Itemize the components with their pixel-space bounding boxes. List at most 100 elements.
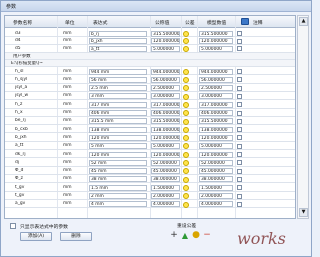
param-nominal-value[interactable]: 315.500000: [151, 118, 180, 125]
param-expression-input[interactable]: 4 mm: [89, 201, 147, 208]
param-model-value[interactable]: 2.000000: [199, 193, 233, 199]
row-checkbox[interactable]: [237, 110, 242, 116]
param-model-value[interactable]: 4.000000: [199, 201, 233, 208]
param-expression-input[interactable]: 45 mm: [89, 168, 147, 175]
param-nominal-value[interactable]: 120.000000: [151, 134, 180, 141]
triangle-tolerance-icon[interactable]: ▲: [180, 231, 190, 241]
tolerance-status-icon[interactable]: [183, 38, 189, 45]
tolerance-status-icon[interactable]: [183, 193, 189, 200]
row-checkbox[interactable]: [237, 77, 242, 83]
param-model-value[interactable]: 317.000000: [199, 101, 233, 108]
row-checkbox[interactable]: [237, 143, 242, 149]
tolerance-status-icon[interactable]: [183, 201, 189, 208]
param-expression-input[interactable]: 120 mm: [89, 134, 147, 141]
param-expression-input[interactable]: 1.5 mm: [89, 184, 147, 191]
param-expression-input[interactable]: 138 mm: [89, 126, 147, 133]
col-expr-header[interactable]: 表达式: [93, 19, 107, 26]
table-row[interactable]: h_z mm 317 mm 317.000000 317.000000: [5, 101, 295, 109]
minus-tolerance-icon[interactable]: −: [202, 231, 212, 241]
row-checkbox[interactable]: [237, 185, 242, 191]
param-nominal-value[interactable]: 3.000000: [151, 93, 180, 100]
row-checkbox[interactable]: [237, 38, 242, 44]
table-row[interactable]: jsyl_w mm 3 mm 3.000000 3.000000: [5, 93, 295, 101]
param-expression-input[interactable]: 38 mm: [89, 176, 147, 183]
tolerance-status-icon[interactable]: [183, 126, 189, 133]
tolerance-status-icon[interactable]: [183, 176, 189, 183]
param-nominal-value[interactable]: 944.000000: [151, 68, 180, 75]
tolerance-status-icon[interactable]: [183, 45, 189, 52]
scroll-down-arrow-icon[interactable]: ▼: [299, 208, 308, 217]
param-nominal-value[interactable]: 2.000000: [151, 193, 180, 199]
row-checkbox[interactable]: [237, 46, 242, 52]
param-model-value[interactable]: 45.000000: [199, 168, 233, 175]
group-user-params[interactable]: 用户参数: [5, 53, 295, 60]
vertical-scrollbar[interactable]: ▲ ▼: [297, 15, 309, 219]
param-model-value[interactable]: 120.000000: [199, 134, 233, 141]
param-model-value[interactable]: 315.500000: [199, 118, 233, 125]
table-row[interactable]: d3 mm b_rj 315.500000 315.500000: [5, 30, 295, 38]
row-checkbox[interactable]: [237, 118, 242, 124]
col-nominal-header[interactable]: 公称值: [155, 19, 169, 26]
row-checkbox[interactable]: [237, 69, 242, 74]
tolerance-status-icon[interactable]: [183, 85, 189, 92]
param-expression-input[interactable]: 944 mm: [89, 68, 147, 75]
table-row[interactable]: b_jxh mm 120 mm 120.000000 120.000000: [5, 134, 295, 142]
table-row[interactable]: dk_rj mm 120 mm 120.000000 120.000000: [5, 151, 295, 159]
param-nominal-value[interactable]: 120.000000: [151, 38, 180, 45]
table-row[interactable]: Φ_z mm 38 mm 38.000000 38.000000: [5, 176, 295, 184]
row-checkbox[interactable]: [237, 102, 242, 108]
col-unit-header[interactable]: 单位: [65, 19, 75, 26]
param-expression-input[interactable]: 2 mm: [89, 193, 147, 199]
param-nominal-value[interactable]: 5.000000: [151, 143, 180, 150]
plus-tolerance-icon[interactable]: +: [169, 231, 179, 241]
row-checkbox[interactable]: [237, 135, 242, 141]
col-note-header[interactable]: 注释: [253, 19, 263, 26]
row-checkbox[interactable]: [237, 127, 242, 133]
table-row[interactable]: d4 mm b_jxh 120.000000 120.000000: [5, 38, 295, 45]
param-model-value[interactable]: 5.000000: [199, 143, 233, 150]
param-expression-input[interactable]: 317 mm: [89, 101, 147, 108]
tolerance-status-icon[interactable]: [183, 168, 189, 175]
row-checkbox[interactable]: [237, 31, 242, 36]
param-model-value[interactable]: 138.000000: [199, 126, 233, 133]
param-model-value[interactable]: 5.000000: [199, 45, 233, 52]
tolerance-status-icon[interactable]: [183, 93, 189, 100]
table-row[interactable]: Φ_d mm 45 mm 45.000000 45.000000: [5, 168, 295, 175]
table-row[interactable]: dj mm 52 mm 52.000000 52.000000: [5, 159, 295, 167]
param-expression-input[interactable]: 52 mm: [89, 159, 147, 166]
param-nominal-value[interactable]: 406.000000: [151, 110, 180, 116]
tolerance-status-icon[interactable]: [183, 160, 189, 167]
row-checkbox[interactable]: [237, 152, 242, 157]
parameters-grid[interactable]: 参数名称 单位 表达式 公称值 公差 模型数值 注释 d3 mm b_rj 315.5…: [4, 15, 296, 219]
table-row[interactable]: h_sl mm 944 mm 944.000000 944.000000: [5, 68, 295, 76]
param-expression-input[interactable]: 5 mm: [89, 143, 147, 150]
table-row[interactable]: a_tt mm 5 mm 5.000000 5.000000: [5, 143, 295, 151]
row-checkbox[interactable]: [237, 193, 242, 199]
tolerance-status-icon[interactable]: [183, 135, 189, 142]
param-model-value[interactable]: 1.500000: [199, 184, 233, 191]
param-nominal-value[interactable]: 138.000000: [151, 126, 180, 133]
add-button[interactable]: 添加(A): [20, 232, 52, 241]
param-nominal-value[interactable]: 317.000000: [151, 101, 180, 108]
param-model-value[interactable]: 38.000000: [199, 176, 233, 183]
param-expression-input[interactable]: 315.5 mm: [89, 118, 147, 125]
tolerance-status-icon[interactable]: [183, 143, 189, 150]
param-model-value[interactable]: 315.500000: [199, 30, 233, 37]
only-show-expr-checkbox[interactable]: [10, 223, 16, 229]
delete-button[interactable]: 删除: [60, 232, 92, 241]
scroll-up-arrow-icon[interactable]: ▲: [299, 17, 308, 26]
table-row[interactable]: d5 mm a_tt 5.000000 5.000000: [5, 45, 295, 53]
table-row[interactable]: t_gv mm 2 mm 2.000000 2.000000: [5, 193, 295, 200]
row-checkbox[interactable]: [237, 176, 242, 182]
group-selected-variable[interactable]: E:\[衫描变量\]~: [5, 60, 295, 67]
param-nominal-value[interactable]: 120.000000: [151, 151, 180, 158]
tolerance-status-icon[interactable]: [183, 68, 189, 75]
param-model-value[interactable]: 56.000000: [199, 76, 233, 83]
param-nominal-value[interactable]: 52.000000: [151, 159, 180, 166]
tolerance-status-icon[interactable]: [183, 118, 189, 125]
param-expression-input[interactable]: 56 mm: [89, 76, 147, 83]
tolerance-status-icon[interactable]: [183, 110, 189, 117]
table-row[interactable]: t_gv mm 1.5 mm 1.500000 1.500000: [5, 184, 295, 192]
table-row[interactable]: h_sjyl mm 56 mm 56.000000 56.000000: [5, 76, 295, 84]
param-expression-input[interactable]: a_tt: [89, 45, 147, 52]
